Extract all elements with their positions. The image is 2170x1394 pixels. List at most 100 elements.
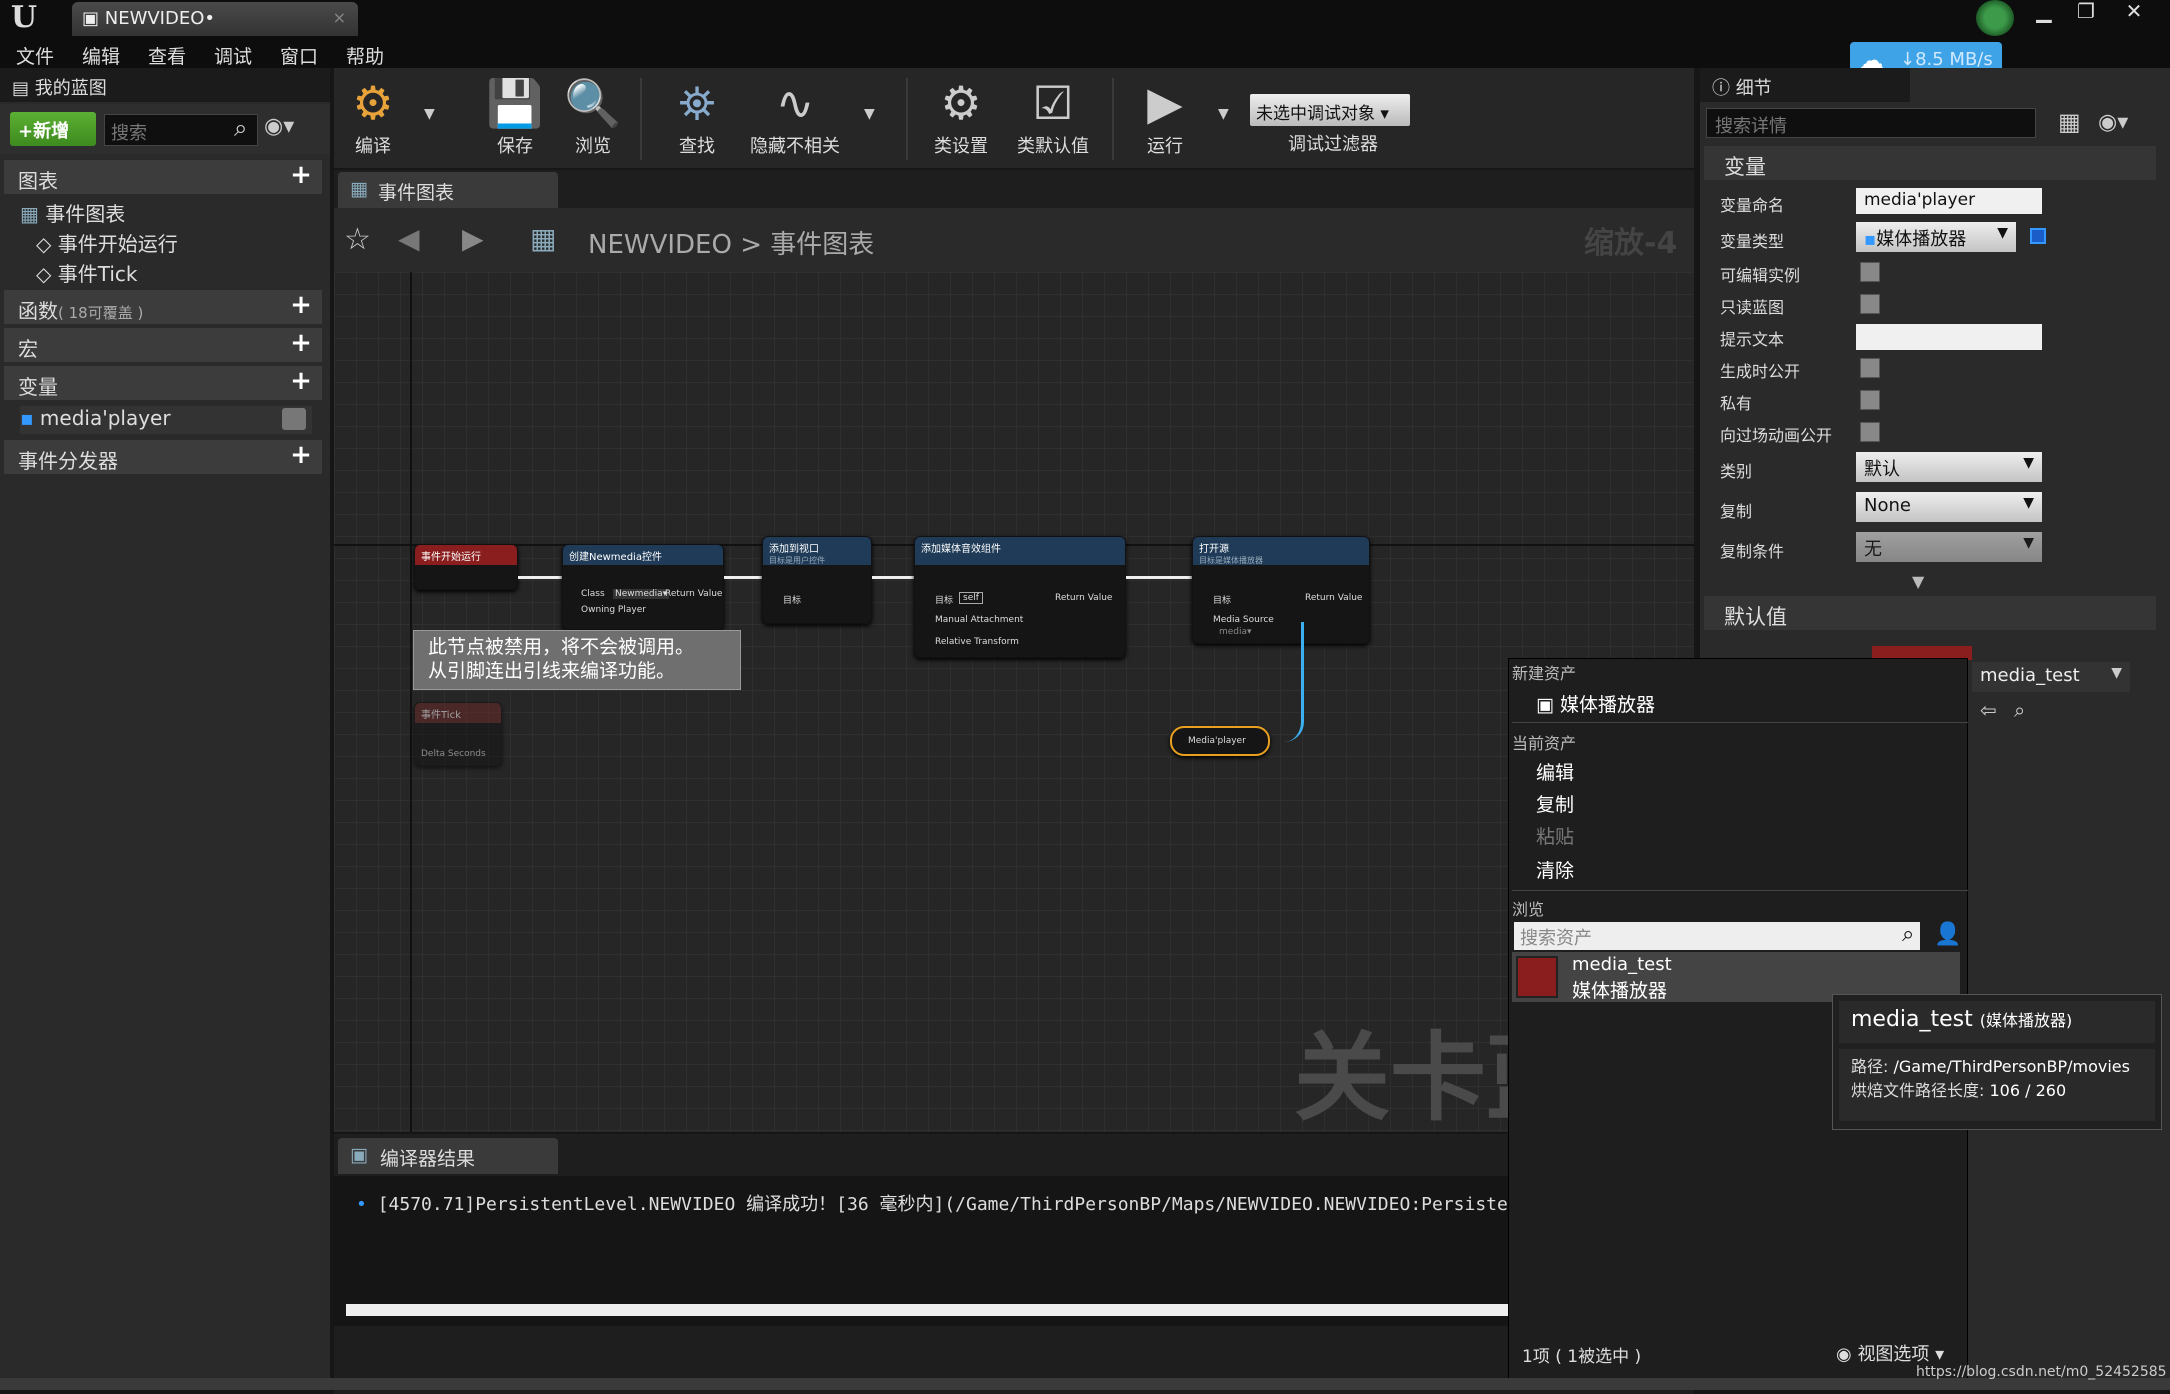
eye-icon[interactable]: ◉▾ bbox=[264, 114, 294, 139]
menu-debug[interactable]: 调试 bbox=[214, 42, 252, 69]
eye-icon[interactable]: ◉▾ bbox=[2098, 110, 2128, 135]
graph-canvas[interactable]: 关卡蓝 事件开始运行 创建Newmedia控件 Class Newmedia▾ … bbox=[334, 272, 1694, 1132]
divider bbox=[1512, 890, 1968, 891]
category-dropdown[interactable]: 默认 ▼ bbox=[1856, 452, 2042, 482]
variable-item[interactable]: ▪ media'player bbox=[20, 406, 312, 434]
browse-button[interactable]: 🔍 浏览 bbox=[548, 74, 638, 158]
picker-new-media-player[interactable]: ▣ 媒体播放器 bbox=[1536, 690, 1655, 717]
section-graphs[interactable]: 图表 + bbox=[4, 160, 322, 194]
play-icon: ▶ bbox=[1147, 76, 1183, 130]
add-variable-icon[interactable]: + bbox=[288, 368, 314, 395]
class-settings-button[interactable]: ⚙ 类设置 bbox=[916, 74, 1006, 158]
my-blueprint-tab[interactable]: ▤ 我的蓝图 bbox=[0, 68, 330, 102]
menu-view[interactable]: 查看 bbox=[148, 42, 186, 69]
expose-cinematics-checkbox[interactable] bbox=[1860, 422, 1880, 442]
debug-object-dropdown[interactable]: 未选中调试对象 ▾ bbox=[1250, 94, 1410, 126]
save-button[interactable]: 💾 保存 bbox=[470, 74, 560, 158]
star-icon[interactable]: ☆ bbox=[344, 222, 371, 257]
section-variables[interactable]: 变量 + bbox=[4, 366, 322, 400]
picker-copy[interactable]: 复制 bbox=[1536, 790, 1574, 817]
expand-advanced-icon[interactable]: ▼ bbox=[1912, 572, 1924, 591]
class-defaults-button[interactable]: ☑ 类默认值 bbox=[1008, 74, 1098, 158]
user-filter-icon[interactable]: 👤 bbox=[1934, 922, 1961, 947]
tree-event-begin[interactable]: ◇ 事件开始运行 bbox=[36, 228, 178, 257]
editable-checkbox[interactable] bbox=[1860, 262, 1880, 282]
forward-arrow-icon[interactable]: ▶ bbox=[462, 222, 484, 255]
variable-name-input[interactable]: media'player bbox=[1856, 188, 2042, 214]
node-variable-get[interactable]: Media'player bbox=[1170, 726, 1270, 756]
picker-clear[interactable]: 清除 bbox=[1536, 856, 1574, 883]
menu-file[interactable]: 文件 bbox=[16, 42, 54, 69]
compile-button[interactable]: ⚙ 编译 bbox=[328, 74, 418, 158]
compile-dropdown-icon[interactable]: ▼ bbox=[424, 106, 435, 122]
search-icon: ⌕ bbox=[1902, 922, 1915, 947]
add-function-icon[interactable]: + bbox=[288, 292, 314, 319]
minimize-button[interactable]: ▁ bbox=[2024, 0, 2064, 24]
node-event-tick[interactable]: 事件Tick Delta Seconds bbox=[414, 702, 502, 766]
find-button[interactable]: ⛯ 查找 bbox=[652, 74, 742, 158]
picker-paste[interactable]: 粘贴 bbox=[1536, 822, 1574, 849]
search-icon[interactable]: ⌕ bbox=[234, 114, 247, 142]
details-tab[interactable]: ⓘ 细节 bbox=[1700, 68, 1910, 102]
visibility-toggle[interactable] bbox=[282, 408, 306, 430]
section-default-value[interactable]: 默认值 bbox=[1704, 596, 2156, 630]
debug-filter-label: 调试过滤器 bbox=[1288, 134, 1378, 155]
picker-section-label: 当前资产 bbox=[1512, 734, 1577, 753]
container-type-icon[interactable] bbox=[2030, 228, 2046, 244]
exec-wire bbox=[872, 576, 914, 579]
node-event-begin[interactable]: 事件开始运行 bbox=[414, 544, 518, 590]
default-value-dropdown[interactable]: media_test ▼ bbox=[1972, 662, 2130, 692]
compiler-results-tab[interactable]: ▣ 编译器结果 bbox=[338, 1138, 558, 1174]
add-macro-icon[interactable]: + bbox=[288, 330, 314, 357]
private-checkbox[interactable] bbox=[1860, 390, 1880, 410]
picker-edit[interactable]: 编辑 bbox=[1536, 758, 1574, 785]
grid-icon[interactable]: ▦ bbox=[2058, 108, 2081, 136]
replication-condition-dropdown[interactable]: 无 ▼ bbox=[1856, 532, 2042, 562]
log-scrollbar[interactable] bbox=[346, 1304, 1690, 1316]
hide-dropdown-icon[interactable]: ▼ bbox=[864, 106, 875, 122]
hide-unrelated-button[interactable]: ∿ 隐藏不相关 bbox=[740, 74, 850, 158]
add-dispatcher-icon[interactable]: + bbox=[288, 442, 314, 469]
back-arrow-icon[interactable]: ◀ bbox=[398, 222, 420, 255]
add-new-button[interactable]: +新增 bbox=[10, 112, 96, 146]
save-icon: 💾 bbox=[486, 76, 544, 130]
divider bbox=[1512, 722, 1968, 723]
restore-button[interactable]: ❐ bbox=[2066, 0, 2106, 24]
breadcrumb[interactable]: NEWVIDEO > 事件图表 bbox=[588, 224, 874, 261]
section-dispatchers[interactable]: 事件分发器 + bbox=[4, 440, 322, 474]
node-create-widget[interactable]: 创建Newmedia控件 Class Newmedia▾ Return Valu… bbox=[562, 544, 724, 630]
node-add-to-viewport[interactable]: 添加到视口 目标是用户控件 目标 bbox=[762, 536, 872, 624]
tree-event-graph[interactable]: ▦ 事件图表 bbox=[20, 198, 125, 227]
tree-event-tick[interactable]: ◇ 事件Tick bbox=[36, 258, 138, 287]
expose-spawn-checkbox[interactable] bbox=[1860, 358, 1880, 378]
menu-edit[interactable]: 编辑 bbox=[82, 42, 120, 69]
variable-type-dropdown[interactable]: ▪媒体播放器 ▼ bbox=[1856, 222, 2016, 252]
replication-dropdown[interactable]: None ▼ bbox=[1856, 492, 2042, 522]
prop-label: 复制 bbox=[1720, 502, 1753, 521]
section-macros[interactable]: 宏 + bbox=[4, 328, 322, 362]
run-dropdown-icon[interactable]: ▼ bbox=[1218, 106, 1229, 122]
readonly-checkbox[interactable] bbox=[1860, 294, 1880, 314]
event-graph-tab[interactable]: ▦ 事件图表 bbox=[338, 172, 558, 208]
menu-help[interactable]: 帮助 bbox=[346, 42, 384, 69]
asset-search-input[interactable]: 搜索资产 bbox=[1514, 922, 1920, 950]
menu-window[interactable]: 窗口 bbox=[280, 42, 318, 69]
tooltip-input[interactable] bbox=[1856, 324, 2042, 350]
section-functions[interactable]: 函数( 18可覆盖 ) + bbox=[4, 290, 322, 324]
type-icon: ▪ bbox=[1864, 229, 1877, 250]
add-graph-icon[interactable]: + bbox=[288, 162, 314, 189]
close-tab-icon[interactable]: × bbox=[333, 8, 346, 27]
document-tab[interactable]: ▣ NEWVIDEO• × bbox=[72, 2, 358, 36]
close-window-button[interactable]: ✕ bbox=[2114, 0, 2154, 24]
section-variable[interactable]: 变量 bbox=[1704, 146, 2156, 180]
graph-icon: ▦ bbox=[350, 178, 368, 200]
unreal-logo: U bbox=[10, 0, 38, 35]
node-add-media-sound[interactable]: 添加媒体音效组件 目标 self Return Value Manual Att… bbox=[914, 536, 1126, 658]
run-button[interactable]: ▶ 运行 bbox=[1120, 74, 1210, 158]
shield-icon[interactable] bbox=[1976, 0, 2014, 36]
use-selected-arrow-icon[interactable]: ⇦ bbox=[1980, 698, 1997, 722]
view-options-button[interactable]: ◉ 视图选项 ▾ bbox=[1836, 1340, 1944, 1366]
browse-asset-icon[interactable]: ⌕ bbox=[2014, 698, 2025, 722]
details-search-input[interactable]: 搜索详情 bbox=[1706, 108, 2036, 138]
prop-label: 复制条件 bbox=[1720, 542, 1785, 561]
